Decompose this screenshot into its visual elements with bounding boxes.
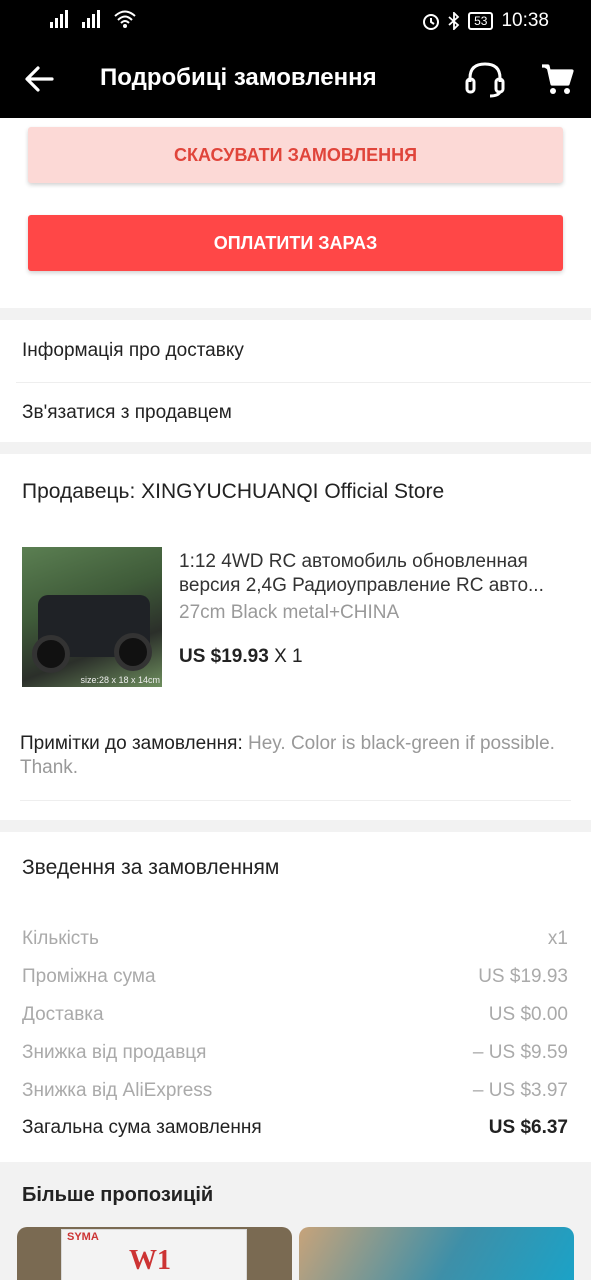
summary-title: Зведення за замовленням (22, 856, 280, 879)
rec-model: W1 (129, 1245, 171, 1276)
product-wheel (114, 633, 152, 671)
product-variant: 27cm Black metal+CHINA (179, 602, 400, 623)
summary-value: – US $9.59 (472, 1042, 568, 1063)
summary-total-row: Загальна сума замовлення US $6.37 (22, 1117, 568, 1139)
bluetooth-icon (448, 12, 460, 30)
rec-brand: SYMA (67, 1231, 99, 1243)
summary-row: Проміжна сума US $19.93 (22, 966, 568, 988)
cart-icon[interactable] (540, 62, 574, 96)
order-actions: СКАСУВАТИ ЗАМОВЛЕННЯ ОПЛАТИТИ ЗАРАЗ (0, 118, 591, 308)
summary-value: x1 (547, 928, 568, 949)
cancel-order-button[interactable]: СКАСУВАТИ ЗАМОВЛЕННЯ (28, 127, 563, 183)
signal-icon (82, 10, 100, 28)
seller-section: Продавець: XINGYUCHUANQI Official Store … (0, 454, 591, 820)
product-price-line: US $19.93 X 1 (179, 646, 303, 668)
product-title-line: 1:12 4WD RC автомобиль обновленная (179, 551, 528, 572)
recommendation-card[interactable]: SYMA W1 (17, 1227, 292, 1280)
headset-support-icon[interactable] (464, 60, 506, 98)
back-arrow-icon[interactable] (22, 62, 56, 96)
summary-label: Знижка від AliExpress (22, 1080, 213, 1101)
alarm-icon (423, 14, 440, 30)
summary-label: Знижка від продавця (22, 1042, 207, 1063)
recommendation-card[interactable] (299, 1227, 574, 1280)
more-offers-title: Більше пропозицій (22, 1184, 214, 1206)
product-image[interactable]: size:28 x 18 x 14cm (22, 547, 162, 687)
battery-indicator: 53 (468, 12, 494, 30)
summary-row: Кількість x1 (22, 928, 568, 950)
summary-label: Кількість (22, 928, 99, 949)
product-quantity: X 1 (274, 646, 303, 667)
divider (20, 800, 571, 801)
delivery-info-link[interactable]: Інформація про доставку (22, 340, 244, 362)
clock: 10:38 (501, 10, 549, 31)
summary-value: – US $3.97 (472, 1080, 568, 1101)
product-wheel (32, 635, 70, 673)
product-title-line: версия 2,4G Радиоуправление RC авто... (179, 575, 544, 596)
product-price: US $19.93 (179, 646, 269, 667)
product-title[interactable]: 1:12 4WD RC автомобиль обновленная верси… (179, 550, 569, 598)
signal-icon (50, 10, 68, 28)
pay-now-button[interactable]: ОПЛАТИТИ ЗАРАЗ (28, 215, 563, 271)
contact-seller-link[interactable]: Зв'язатися з продавцем (22, 402, 232, 424)
summary-row: Знижка від AliExpress – US $3.97 (22, 1080, 568, 1102)
seller-name[interactable]: Продавець: XINGYUCHUANQI Official Store (22, 480, 444, 504)
summary-value: US $19.93 (478, 966, 568, 987)
status-bar: 53 10:38 (0, 0, 591, 40)
summary-label: Доставка (22, 1004, 104, 1025)
wifi-icon (114, 10, 136, 28)
summary-row: Знижка від продавця – US $9.59 (22, 1042, 568, 1064)
divider (16, 382, 591, 383)
order-notes-label: Примітки до замовлення: (20, 733, 243, 754)
page-title: Подробиці замовлення (100, 64, 377, 91)
app-bar: Подробиці замовлення (0, 40, 591, 118)
order-notes: Примітки до замовлення: Hey. Color is bl… (20, 732, 570, 780)
summary-row: Доставка US $0.00 (22, 1004, 568, 1026)
summary-label: Проміжна сума (22, 966, 156, 987)
order-info-links: Інформація про доставку Зв'язатися з про… (0, 320, 591, 442)
summary-total-value: US $6.37 (488, 1117, 568, 1138)
summary-value: US $0.00 (488, 1004, 568, 1025)
summary-total-label: Загальна сума замовлення (22, 1117, 262, 1138)
order-summary: Зведення за замовленням Кількість x1 Про… (0, 832, 591, 1162)
product-image-caption: size:28 x 18 x 14cm (80, 675, 160, 685)
